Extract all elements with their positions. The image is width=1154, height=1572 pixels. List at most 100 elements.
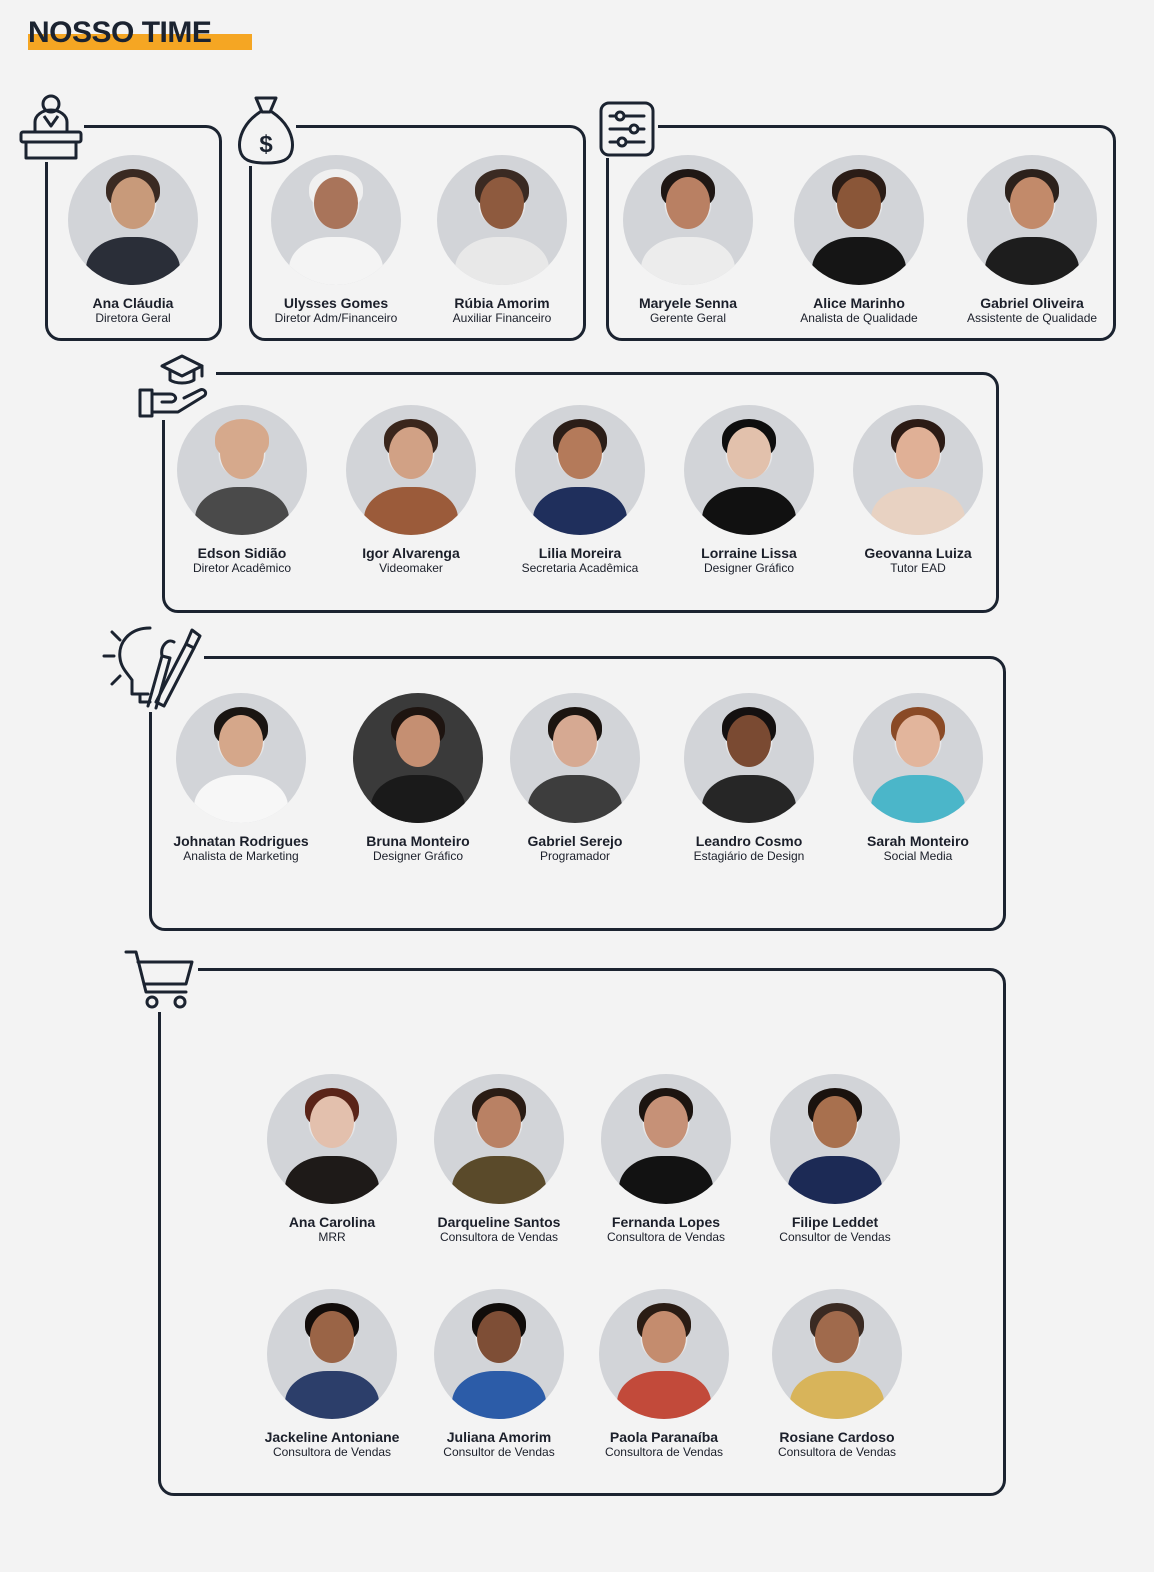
member-photo [515, 405, 645, 535]
member-role: Consultora de Vendas [439, 1230, 559, 1244]
team-member: Paola Paranaíba Consultora de Vendas [579, 1289, 749, 1460]
member-name: Lorraine Lissa [701, 545, 797, 561]
member-photo [770, 1074, 900, 1204]
member-name: Igor Alvarenga [362, 545, 460, 561]
team-member: Leandro Cosmo Estagiário de Design [664, 693, 834, 864]
member-name: Bruna Monteiro [366, 833, 470, 849]
member-name: Darqueline Santos [437, 1214, 561, 1230]
member-name: Juliana Amorim [446, 1429, 552, 1445]
member-name: Gabriel Serejo [527, 833, 623, 849]
member-role: Consultor de Vendas [779, 1230, 891, 1244]
member-role: Consultora de Vendas [606, 1230, 726, 1244]
team-member: Igor Alvarenga Videomaker [326, 405, 496, 576]
member-role: Secretaria Acadêmica [521, 561, 639, 575]
svg-text:$: $ [259, 131, 273, 158]
member-name: Fernanda Lopes [611, 1214, 721, 1230]
member-role: Diretora Geral [95, 311, 171, 325]
team-member: Ana Carolina MRR [247, 1074, 417, 1245]
member-photo [684, 405, 814, 535]
page-title: NOSSO TIME [28, 16, 212, 49]
team-member: Gabriel Serejo Programador [490, 693, 660, 864]
member-name: Maryele Senna [638, 295, 738, 311]
member-name: Ana Carolina [288, 1214, 376, 1230]
member-name: Ana Cláudia [92, 295, 174, 311]
team-member: Lorraine Lissa Designer Gráfico [664, 405, 834, 576]
member-photo [68, 155, 198, 285]
member-name: Edson Sidião [197, 545, 287, 561]
member-name: Leandro Cosmo [695, 833, 803, 849]
member-photo [434, 1289, 564, 1419]
member-photo [267, 1289, 397, 1419]
member-photo [177, 405, 307, 535]
member-photo [437, 155, 567, 285]
member-role: Social Media [883, 849, 953, 863]
team-member: Edson Sidião Diretor Acadêmico [157, 405, 327, 576]
member-role: Tutor EAD [890, 561, 946, 575]
team-member: Johnatan Rodrigues Analista de Marketing [156, 693, 326, 864]
member-photo [772, 1289, 902, 1419]
member-role: Analista de Marketing [183, 849, 299, 863]
team-member: Alice Marinho Analista de Qualidade [774, 155, 944, 326]
member-role: Programador [539, 849, 611, 863]
member-role: Designer Gráfico [372, 849, 464, 863]
member-photo [599, 1289, 729, 1419]
member-photo [353, 693, 483, 823]
member-role: Analista de Qualidade [800, 311, 918, 325]
member-name: Ulysses Gomes [283, 295, 389, 311]
member-photo [853, 405, 983, 535]
member-photo [967, 155, 1097, 285]
member-role: Designer Gráfico [703, 561, 795, 575]
member-name: Jackeline Antoniane [264, 1429, 400, 1445]
team-member: Ana Cláudia Diretora Geral [48, 155, 218, 326]
member-role: MRR [318, 1230, 346, 1244]
member-role: Diretor Acadêmico [192, 561, 292, 575]
team-member: Geovanna Luiza Tutor EAD [833, 405, 1003, 576]
sliders-icon [598, 100, 658, 158]
member-photo [623, 155, 753, 285]
team-member: Lilia Moreira Secretaria Acadêmica [495, 405, 665, 576]
team-member: Fernanda Lopes Consultora de Vendas [581, 1074, 751, 1245]
member-photo [271, 155, 401, 285]
team-member: Darqueline Santos Consultora de Vendas [414, 1074, 584, 1245]
member-role: Gerente Geral [649, 311, 727, 325]
member-role: Videomaker [379, 561, 443, 575]
member-name: Paola Paranaíba [609, 1429, 719, 1445]
team-member: Ulysses Gomes Diretor Adm/Financeiro [251, 155, 421, 326]
member-name: Johnatan Rodrigues [173, 833, 309, 849]
member-photo [601, 1074, 731, 1204]
team-member: Sarah Monteiro Social Media [833, 693, 1003, 864]
member-photo [510, 693, 640, 823]
team-member: Bruna Monteiro Designer Gráfico [333, 693, 503, 864]
member-photo [794, 155, 924, 285]
member-name: Gabriel Oliveira [980, 295, 1084, 311]
team-member: Juliana Amorim Consultor de Vendas [414, 1289, 584, 1460]
member-photo [684, 693, 814, 823]
member-role: Auxiliar Financeiro [452, 311, 552, 325]
member-photo [267, 1074, 397, 1204]
member-photo [176, 693, 306, 823]
member-name: Lilia Moreira [538, 545, 622, 561]
member-role: Consultora de Vendas [272, 1445, 392, 1459]
member-name: Geovanna Luiza [864, 545, 972, 561]
member-role: Diretor Adm/Financeiro [274, 311, 398, 325]
team-member: Filipe Leddet Consultor de Vendas [750, 1074, 920, 1245]
team-member: Maryele Senna Gerente Geral [603, 155, 773, 326]
team-member: Gabriel Oliveira Assistente de Qualidade [947, 155, 1117, 326]
member-role: Assistente de Qualidade [966, 311, 1098, 325]
member-name: Rosiane Cardoso [779, 1429, 895, 1445]
member-photo [853, 693, 983, 823]
shopping-cart-icon [122, 946, 198, 1012]
member-role: Consultor de Vendas [443, 1445, 555, 1459]
member-name: Filipe Leddet [791, 1214, 879, 1230]
team-member: Jackeline Antoniane Consultora de Vendas [247, 1289, 417, 1460]
member-name: Alice Marinho [813, 295, 905, 311]
team-member: Rúbia Amorim Auxiliar Financeiro [417, 155, 587, 326]
member-photo [346, 405, 476, 535]
member-name: Rúbia Amorim [454, 295, 550, 311]
team-member: Rosiane Cardoso Consultora de Vendas [752, 1289, 922, 1460]
podium-speaker-icon [18, 92, 84, 162]
page-title-wrap: NOSSO TIME [28, 12, 252, 54]
member-photo [434, 1074, 564, 1204]
member-name: Sarah Monteiro [867, 833, 969, 849]
member-role: Consultora de Vendas [604, 1445, 724, 1459]
